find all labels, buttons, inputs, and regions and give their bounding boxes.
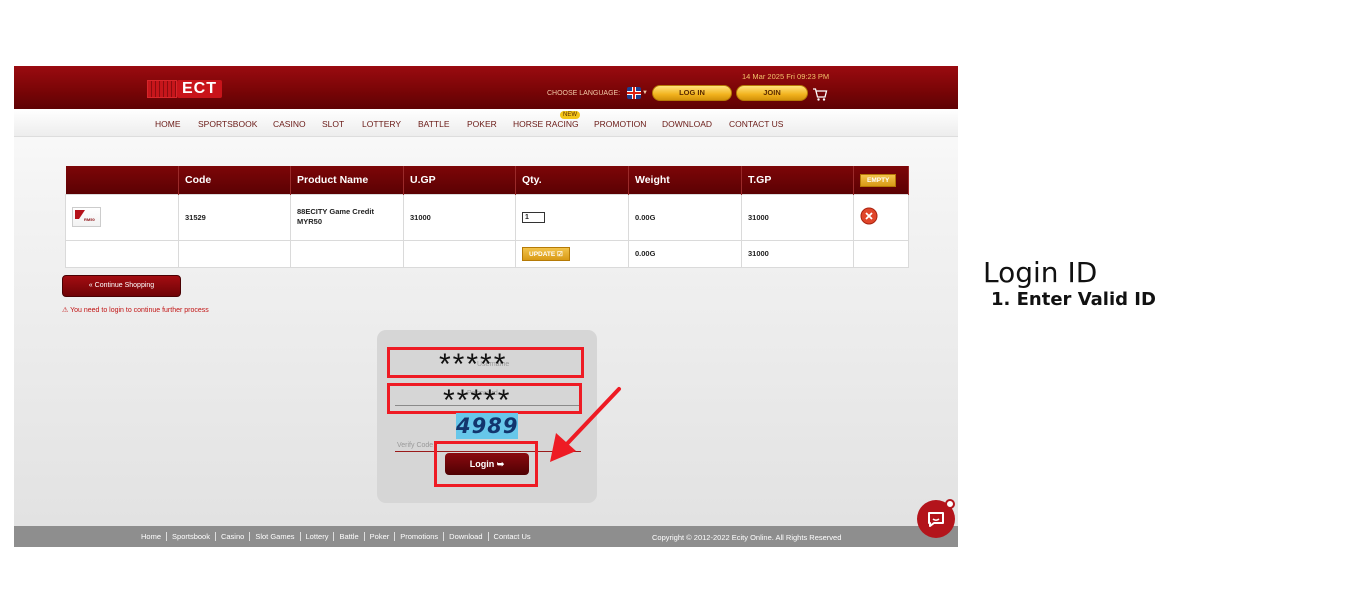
summary-empty-cell	[403, 239, 516, 268]
column-header-weight: Weight	[628, 166, 742, 194]
quantity-input[interactable]: 1	[522, 211, 545, 223]
footer-link-contact-us[interactable]: Contact Us	[489, 532, 536, 541]
product-thumbnail[interactable]: RM50	[72, 207, 101, 227]
annotation-arrow-icon	[550, 387, 621, 462]
summary-update-cell: UPDATE ☑	[515, 239, 629, 268]
chevron-down-icon[interactable]: ▼	[642, 90, 648, 96]
table-summary-row: UPDATE ☑ 0.00G 31000	[65, 239, 909, 268]
cell-code: 31529	[178, 193, 291, 241]
footer-link-casino[interactable]: Casino	[216, 532, 251, 541]
username-highlight-box	[387, 347, 584, 378]
footer-link-slot-games[interactable]: Slot Games	[250, 532, 301, 541]
cell-tgp: 31000	[741, 193, 854, 241]
summary-empty-cell	[178, 239, 291, 268]
nav-item-casino[interactable]: CASINO	[273, 119, 306, 129]
column-header-image	[65, 166, 179, 194]
summary-empty-cell	[290, 239, 404, 268]
summary-tgp: 31000	[741, 239, 854, 268]
column-header-code: Code	[178, 166, 291, 194]
copyright-text: Copyright © 2012-2022 Ecity Online. All …	[652, 533, 842, 542]
nav-item-contact-us[interactable]: CONTACT US	[729, 119, 783, 129]
column-header-product-name: Product Name	[290, 166, 404, 194]
join-button[interactable]: JOIN	[736, 85, 808, 101]
footer-link-battle[interactable]: Battle	[334, 532, 365, 541]
footer-link-promotions[interactable]: Promotions	[395, 532, 445, 541]
column-header-tgp: T.GP	[741, 166, 854, 194]
nav-item-download[interactable]: DOWNLOAD	[662, 119, 712, 129]
footer-link-lottery[interactable]: Lottery	[301, 532, 335, 541]
datetime-display: 14 Mar 2025 Fri 09:23 PM	[742, 72, 830, 81]
cell-weight: 0.00G	[628, 193, 742, 241]
footer-link-download[interactable]: Download	[444, 532, 489, 541]
login-warning-text: ⚠ You need to login to continue further …	[62, 307, 209, 314]
nav-item-home[interactable]: HOME	[155, 119, 181, 129]
table-row: RM50 31529 88ECITY Game Credit MYR50 310…	[65, 193, 909, 241]
column-header-action: EMPTY	[853, 166, 909, 194]
chat-icon	[928, 512, 944, 527]
product-thumbnail-label: RM50	[84, 217, 95, 222]
nav-item-sportsbook[interactable]: SPORTSBOOK	[198, 119, 257, 129]
footer-link-sportsbook[interactable]: Sportsbook	[167, 532, 216, 541]
site-logo[interactable]: ECT	[147, 79, 222, 99]
product-thumbnail-cell: RM50	[65, 193, 179, 241]
summary-empty-cell	[853, 239, 909, 268]
site-header: ECT 14 Mar 2025 Fri 09:23 PM CHOOSE LANG…	[14, 66, 958, 109]
cell-remove	[853, 193, 909, 241]
language-label: CHOOSE LANGUAGE:	[547, 90, 621, 97]
login-button-highlight-box	[434, 441, 538, 487]
logo-mark	[147, 80, 177, 98]
header-login-button[interactable]: LOG IN	[652, 85, 732, 101]
column-header-ugp: U.GP	[403, 166, 516, 194]
site-footer: Home Sportsbook Casino Slot Games Lotter…	[14, 526, 958, 547]
tutorial-canvas: ECT 14 Mar 2025 Fri 09:23 PM CHOOSE LANG…	[0, 0, 1366, 614]
nav-item-poker[interactable]: POKER	[467, 119, 497, 129]
main-nav: NEW HOME SPORTSBOOK CASINO SLOT LOTTERY …	[14, 109, 958, 137]
update-cart-button[interactable]: UPDATE ☑	[522, 246, 570, 261]
uk-flag-icon[interactable]	[627, 87, 641, 99]
cart-table: Code Product Name U.GP Qty. Weight T.GP …	[65, 166, 909, 268]
captcha-image: 4989	[456, 413, 519, 439]
nav-item-battle[interactable]: BATTLE	[418, 119, 450, 129]
new-badge: NEW	[560, 111, 580, 119]
continue-shopping-button[interactable]: « Continue Shopping	[62, 275, 181, 297]
nav-item-lottery[interactable]: LOTTERY	[362, 119, 401, 129]
annotation-step: 1. Enter Valid ID	[991, 289, 1156, 310]
footer-link-home[interactable]: Home	[136, 532, 168, 541]
summary-empty-cell	[65, 239, 179, 268]
nav-item-slot[interactable]: SLOT	[322, 119, 344, 129]
annotation-title: Login ID	[983, 256, 1098, 289]
chat-notification-dot	[945, 499, 955, 509]
column-header-qty: Qty.	[515, 166, 629, 194]
website-screenshot: ECT 14 Mar 2025 Fri 09:23 PM CHOOSE LANG…	[14, 66, 958, 547]
logo-text: ECT	[177, 80, 222, 98]
summary-weight: 0.00G	[628, 239, 742, 268]
footer-link-poker[interactable]: Poker	[365, 532, 396, 541]
remove-item-icon[interactable]	[860, 207, 878, 225]
nav-item-horse-racing[interactable]: HORSE RACING	[513, 119, 579, 129]
empty-cart-button[interactable]: EMPTY	[860, 173, 897, 187]
cart-icon[interactable]	[812, 86, 828, 102]
cell-product-name: 88ECITY Game Credit MYR50	[290, 193, 404, 241]
cell-qty: 1	[515, 193, 629, 241]
verify-code-label: Verify Code	[397, 442, 434, 449]
cell-ugp: 31000	[403, 193, 516, 241]
nav-item-promotion[interactable]: PROMOTION	[594, 119, 646, 129]
table-header-row: Code Product Name U.GP Qty. Weight T.GP …	[65, 166, 909, 194]
